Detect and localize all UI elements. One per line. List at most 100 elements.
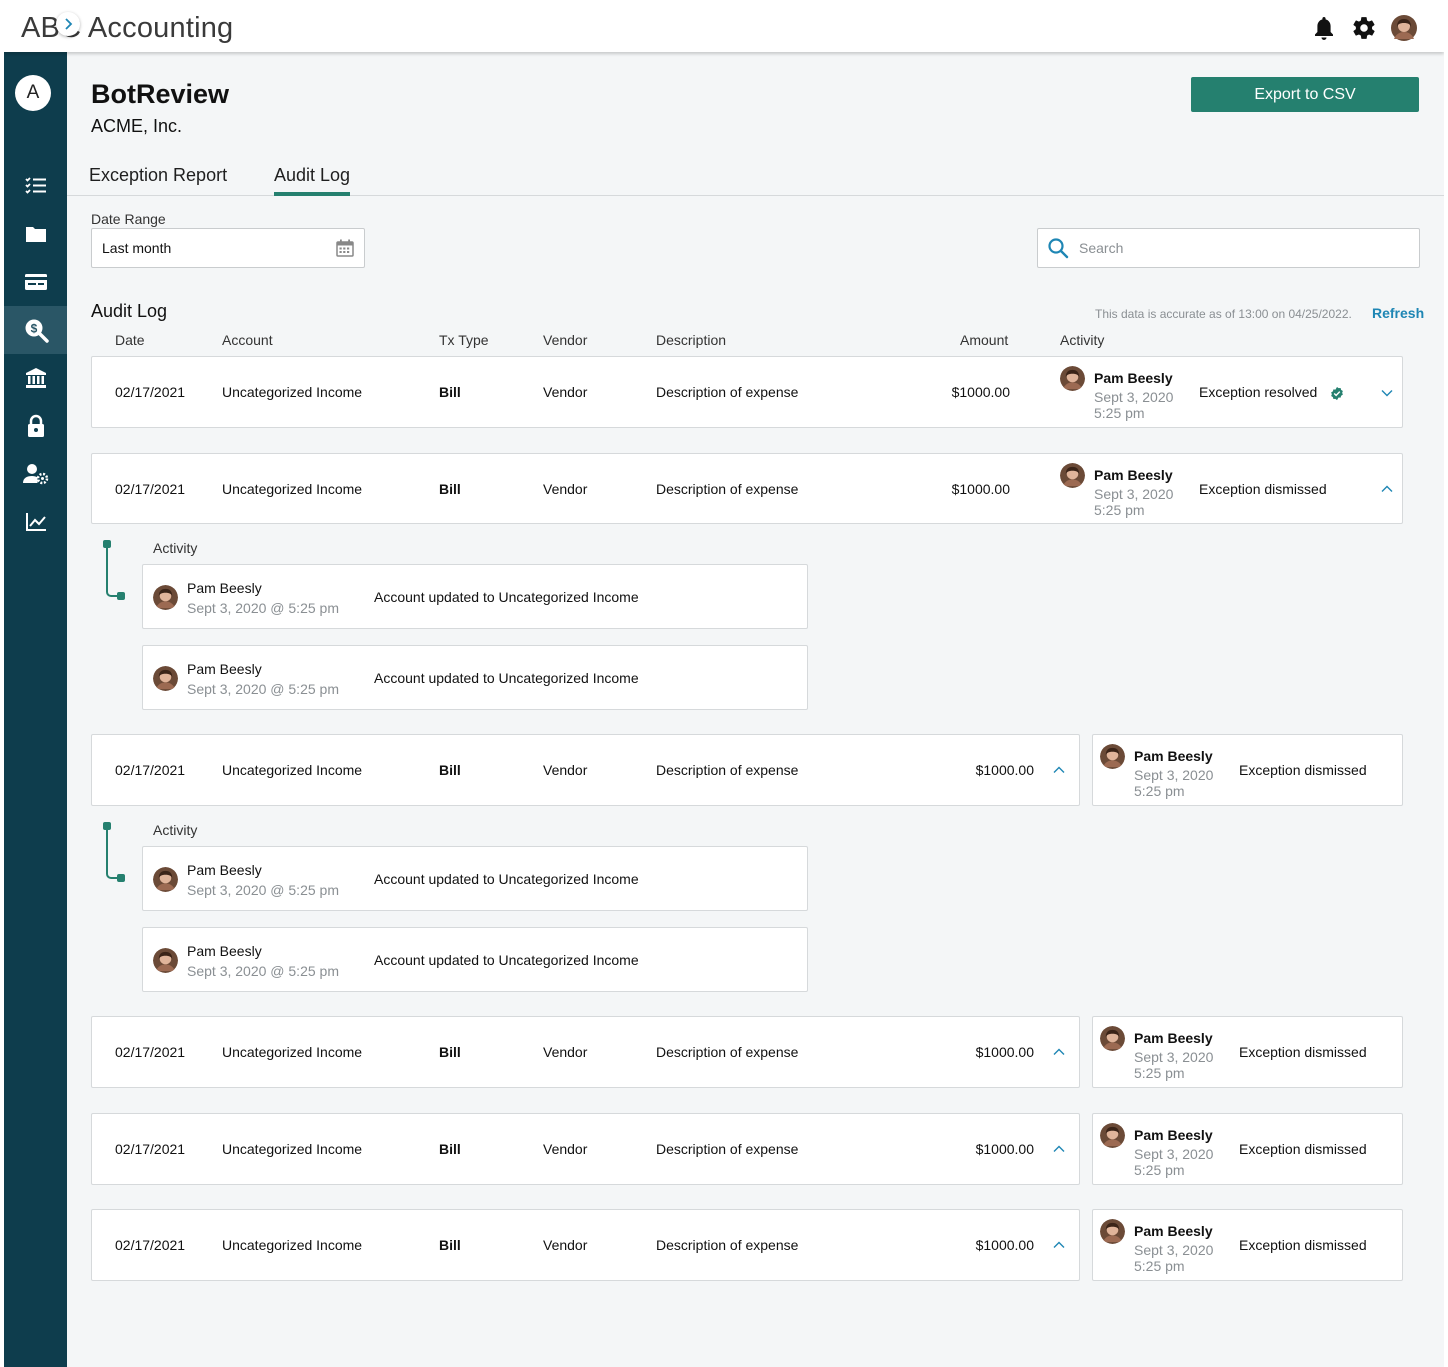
activity-user: Pam Beesly xyxy=(1134,1127,1213,1143)
chevron-down-icon[interactable] xyxy=(1380,386,1394,400)
workspace-avatar[interactable]: A xyxy=(15,75,51,111)
activity-heading: Activity xyxy=(153,822,198,838)
row-date: 02/17/2021 xyxy=(115,762,186,778)
row-vendor: Vendor xyxy=(543,1141,588,1157)
activity-date: Sept 3, 2020 xyxy=(1134,767,1214,783)
row-amount: $1000.00 xyxy=(975,1044,1034,1060)
row-account: Uncategorized Income xyxy=(222,1237,363,1253)
chart-icon[interactable] xyxy=(4,498,67,546)
row-amount: $1000.00 xyxy=(975,1141,1034,1157)
chevron-up-icon[interactable] xyxy=(1052,1045,1066,1059)
table-row[interactable]: 02/17/2021 Uncategorized Income Bill Ven… xyxy=(91,1209,1080,1281)
activity-date: Sept 3, 2020 xyxy=(1094,389,1174,405)
activity-timestamp: Sept 3, 2020 @ 5:25 pm xyxy=(187,963,339,979)
check-circle-icon xyxy=(1330,386,1344,400)
date-range-value: Last month xyxy=(102,240,172,256)
row-tx-type: Bill xyxy=(439,384,461,400)
row-description: Description of expense xyxy=(656,1141,799,1157)
row-amount: $1000.00 xyxy=(975,1237,1034,1253)
row-vendor: Vendor xyxy=(543,384,588,400)
top-bar: ABC Accounting xyxy=(4,4,1444,52)
row-tx-type: Bill xyxy=(439,481,461,497)
tab-exception-report[interactable]: Exception Report xyxy=(89,165,227,192)
activity-entry: Pam Beesly Sept 3, 2020 @ 5:25 pm Accoun… xyxy=(142,927,808,992)
activity-status: Exception dismissed xyxy=(1239,1044,1367,1060)
avatar xyxy=(153,867,178,892)
table-row[interactable]: 02/17/2021 Uncategorized Income Bill Ven… xyxy=(91,453,1403,524)
search-icon xyxy=(1047,237,1069,264)
bell-icon[interactable] xyxy=(1310,14,1338,42)
avatar xyxy=(1060,366,1085,391)
date-range-picker[interactable]: Last month xyxy=(91,228,365,268)
activity-user: Pam Beesly xyxy=(187,943,262,959)
row-tx-type: Bill xyxy=(439,762,461,778)
row-account: Uncategorized Income xyxy=(222,1141,363,1157)
calendar-icon[interactable] xyxy=(336,239,354,262)
lock-icon[interactable] xyxy=(4,402,67,450)
activity-status: Exception resolved xyxy=(1199,384,1318,400)
row-account: Uncategorized Income xyxy=(222,762,363,778)
row-tx-type: Bill xyxy=(439,1044,461,1060)
activity-status: Exception dismissed xyxy=(1199,481,1327,497)
dollar-search-icon[interactable]: $ xyxy=(4,306,67,354)
activity-time: 5:25 pm xyxy=(1134,1162,1185,1178)
chevron-up-icon[interactable] xyxy=(1052,763,1066,777)
row-vendor: Vendor xyxy=(543,481,588,497)
search-field[interactable] xyxy=(1037,228,1420,268)
table-row[interactable]: 02/17/2021 Uncategorized Income Bill Ven… xyxy=(91,734,1080,806)
activity-timestamp: Sept 3, 2020 @ 5:25 pm xyxy=(187,600,339,616)
row-account: Uncategorized Income xyxy=(222,384,363,400)
activity-text: Account updated to Uncategorized Income xyxy=(374,589,639,605)
data-accuracy-note: This data is accurate as of 13:00 on 04/… xyxy=(1095,307,1352,321)
table-row[interactable]: 02/17/2021 Uncategorized Income Bill Ven… xyxy=(91,1016,1080,1088)
activity-status: Exception dismissed xyxy=(1239,1141,1367,1157)
column-header-vendor[interactable]: Vendor xyxy=(543,332,587,348)
folder-icon[interactable] xyxy=(4,210,67,258)
activity-user: Pam Beesly xyxy=(1094,370,1173,386)
column-header-date[interactable]: Date xyxy=(115,332,145,348)
row-amount: $1000.00 xyxy=(951,481,1010,497)
column-header-account[interactable]: Account xyxy=(222,332,273,348)
row-amount: $1000.00 xyxy=(951,384,1010,400)
activity-card: Pam Beesly Sept 3, 2020 5:25 pm Exceptio… xyxy=(1092,734,1403,806)
table-row[interactable]: 02/17/2021 Uncategorized Income Bill Ven… xyxy=(91,356,1403,428)
bank-icon[interactable] xyxy=(4,354,67,402)
activity-entry: Pam Beesly Sept 3, 2020 @ 5:25 pm Accoun… xyxy=(142,846,808,911)
user-avatar[interactable] xyxy=(1390,14,1418,42)
table-row[interactable]: 02/17/2021 Uncategorized Income Bill Ven… xyxy=(91,1113,1080,1185)
avatar xyxy=(153,948,178,973)
activity-time: 5:25 pm xyxy=(1134,783,1185,799)
checklist-icon[interactable] xyxy=(4,162,67,210)
activity-user: Pam Beesly xyxy=(187,661,262,677)
row-date: 02/17/2021 xyxy=(115,1237,186,1253)
svg-text:$: $ xyxy=(30,322,37,336)
activity-user: Pam Beesly xyxy=(187,862,262,878)
column-header-description[interactable]: Description xyxy=(656,332,726,348)
activity-entry: Pam Beesly Sept 3, 2020 @ 5:25 pm Accoun… xyxy=(142,645,808,710)
row-tx-type: Bill xyxy=(439,1237,461,1253)
tab-audit-log[interactable]: Audit Log xyxy=(274,165,351,196)
row-account: Uncategorized Income xyxy=(222,1044,363,1060)
credit-card-icon[interactable] xyxy=(4,258,67,306)
row-vendor: Vendor xyxy=(543,762,588,778)
row-date: 02/17/2021 xyxy=(115,481,186,497)
avatar xyxy=(1060,463,1085,488)
chevron-up-icon[interactable] xyxy=(1380,482,1394,496)
column-header-amount[interactable]: Amount xyxy=(960,332,1008,348)
activity-time: 5:25 pm xyxy=(1134,1065,1185,1081)
chevron-up-icon[interactable] xyxy=(1052,1142,1066,1156)
refresh-link[interactable]: Refresh xyxy=(1372,305,1424,321)
date-range-label: Date Range xyxy=(91,211,166,227)
top-icons xyxy=(1310,14,1418,42)
chevron-up-icon[interactable] xyxy=(1052,1238,1066,1252)
avatar xyxy=(1100,1026,1125,1051)
gear-icon[interactable] xyxy=(1350,14,1378,42)
search-input[interactable] xyxy=(1079,237,1399,259)
export-csv-button[interactable]: Export to CSV xyxy=(1191,77,1419,112)
user-settings-icon[interactable] xyxy=(4,450,67,498)
column-header-activity[interactable]: Activity xyxy=(1060,332,1104,348)
column-header-tx-type[interactable]: Tx Type xyxy=(439,332,489,348)
avatar xyxy=(153,585,178,610)
sidebar-toggle-button[interactable] xyxy=(56,12,80,36)
activity-timestamp: Sept 3, 2020 @ 5:25 pm xyxy=(187,882,339,898)
